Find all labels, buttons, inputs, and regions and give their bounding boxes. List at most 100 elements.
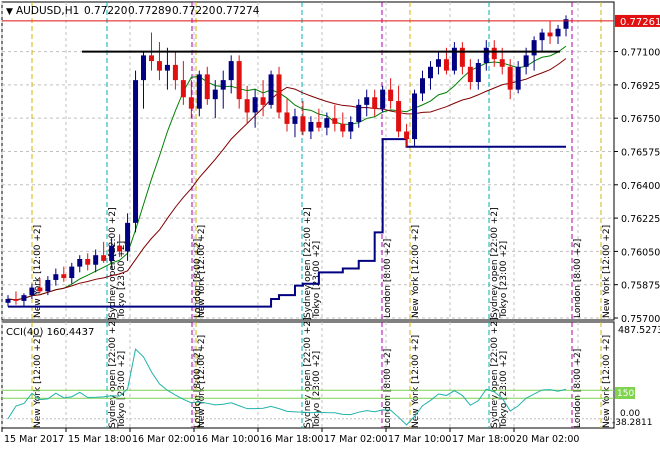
price-tick-label: 0.76575 — [621, 147, 660, 158]
time-tick-label: 15 Mar 2017 — [4, 434, 64, 445]
ohlc-open: 0.77220 — [84, 5, 127, 17]
candle-body — [284, 112, 290, 124]
time-tick-label: 17 Mar 18:00 — [452, 434, 515, 445]
candle-body — [475, 62, 481, 83]
time-tick-label: 15 Mar 18:00 — [68, 434, 131, 445]
candle-body — [308, 121, 314, 132]
candle-body — [69, 266, 75, 279]
candle-body — [404, 131, 410, 140]
candle-body — [61, 274, 67, 279]
price-tick-label: 0.76225 — [621, 214, 660, 225]
candle-body — [435, 59, 441, 67]
candle-body — [364, 97, 370, 105]
candle-body — [372, 97, 378, 109]
candle-body — [380, 89, 386, 109]
session-label: New York [12:00 +2] — [33, 225, 43, 318]
ohlc-low: 0.77220 — [172, 5, 215, 17]
candle-body — [228, 61, 234, 81]
candle-body — [13, 298, 19, 301]
candle-body — [388, 89, 394, 102]
candle-body — [196, 74, 202, 109]
candle-body — [125, 222, 131, 252]
candle-body — [133, 80, 139, 223]
cci-label: CCI(40) 160.4437 — [6, 327, 94, 338]
session-label: Tokyo [23:00 +2] — [312, 241, 322, 319]
chart-collapse-icon[interactable]: ▼ — [6, 7, 13, 17]
candle-body — [148, 55, 154, 62]
candle-body — [348, 121, 354, 132]
session-label: New York [12:00 +2] — [411, 225, 421, 318]
candle-body — [141, 55, 147, 81]
candle-body — [53, 274, 59, 280]
candle-body — [260, 97, 266, 105]
candle-body — [172, 64, 178, 81]
session-label: New York [12:00 +2] — [602, 225, 612, 318]
price-tick-label: 0.76925 — [621, 81, 660, 92]
candle-body — [37, 287, 43, 292]
candle-body — [252, 97, 258, 113]
session-label: London [8:00 +2] — [573, 349, 583, 428]
candle-body — [499, 59, 505, 67]
candle-body — [427, 66, 433, 79]
candle-body — [188, 97, 194, 109]
candle-body — [300, 116, 306, 132]
session-label: New York [12:00 +2] — [33, 335, 43, 428]
candle-body — [212, 89, 218, 100]
candle-body — [101, 255, 107, 261]
time-tick-label: 16 Mar 18:00 — [260, 434, 323, 445]
candle-body — [467, 66, 473, 83]
cci-level-value: 150 — [617, 389, 634, 399]
candle-body — [21, 295, 27, 301]
candle-body — [204, 74, 210, 100]
candle-body — [5, 298, 11, 303]
candle-body — [515, 66, 521, 90]
candle-body — [396, 101, 402, 132]
candle-body — [507, 66, 513, 90]
ohlc-high: 0.77289 — [128, 5, 171, 17]
time-axis: 15 Mar 2017 15 Mar 18:00 16 Mar 02:00 16 Ma… — [1, 428, 579, 445]
candle-body — [412, 93, 418, 140]
candle-body — [244, 99, 250, 113]
session-label: London [8:00 +2] — [383, 349, 393, 428]
time-tick-label: 16 Mar 10:00 — [196, 434, 259, 445]
candle-body — [109, 245, 115, 261]
chart-window[interactable]: New York [12:00 +2] New York [12:00 +2] Ne… — [0, 0, 660, 450]
candle-body — [491, 47, 497, 60]
candle-body — [276, 74, 282, 113]
time-tick-label: 17 Mar 10:00 — [388, 434, 451, 445]
ohlc-close: 0.77274 — [216, 5, 260, 17]
candle-body — [324, 118, 330, 128]
session-label: Tokyo [23:00 +2] — [499, 241, 509, 319]
candle-body — [292, 116, 298, 124]
price-axis: 0.77100 0.76925 0.76750 0.76575 0.76400 0.762… — [614, 48, 660, 325]
candle-body — [523, 55, 529, 67]
time-tick-label: 17 Mar 02:00 — [324, 434, 387, 445]
candle-body — [356, 104, 362, 122]
candle-body — [220, 80, 226, 90]
candle-body — [45, 279, 51, 292]
price-tick-label: 0.75875 — [621, 281, 660, 292]
candle-body — [332, 118, 338, 124]
symbol-label: AUDUSD,H1 — [16, 5, 79, 17]
candle-body — [531, 40, 537, 56]
session-label: London [8:00 +2] — [193, 349, 203, 428]
candle-body — [539, 32, 545, 41]
candle-body — [547, 32, 553, 37]
candle-body — [483, 47, 489, 63]
candle-body — [164, 64, 170, 71]
candle-body — [555, 28, 561, 37]
current-price-value: 0.77261 — [620, 17, 660, 28]
candle-body — [340, 123, 346, 132]
price-tick-label: 0.76750 — [621, 114, 660, 125]
candle-body — [180, 80, 186, 98]
price-tick-label: 0.76050 — [621, 247, 660, 258]
session-label: London [8:00 +2] — [383, 239, 393, 318]
candle-body — [156, 61, 162, 71]
candle-body — [316, 121, 322, 128]
time-tick-label: 16 Mar 02:00 — [132, 434, 195, 445]
candle-body — [77, 259, 83, 267]
candle-body — [29, 287, 35, 296]
time-tick-label: 20 Mar 02:00 — [516, 434, 579, 445]
price-tick-label: 0.77100 — [621, 48, 660, 59]
session-label: London [8:00 +2] — [573, 239, 583, 318]
